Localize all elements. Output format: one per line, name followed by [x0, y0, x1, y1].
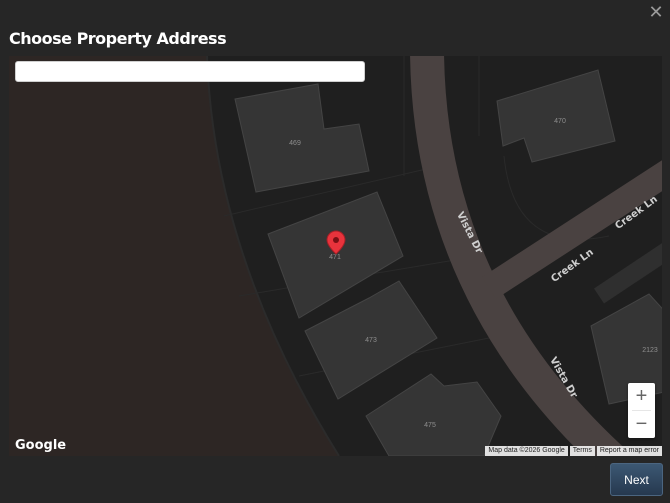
zoom-out-button[interactable]: −: [628, 411, 655, 438]
terms-link[interactable]: Terms: [569, 446, 595, 456]
map-canvas[interactable]: 469 471 473 475 470 2123 Vista Dr Vista …: [9, 56, 662, 456]
parcel-number: 473: [365, 337, 377, 344]
parcel-number: 470: [554, 118, 566, 125]
parcel-number: 2123: [642, 347, 658, 354]
map-view[interactable]: 469 471 473 475 470 2123 Vista Dr Vista …: [9, 56, 662, 456]
dialog-title: Choose Property Address: [9, 29, 227, 48]
next-button[interactable]: Next: [610, 463, 663, 496]
google-logo[interactable]: Google: [15, 438, 66, 453]
report-map-error-link[interactable]: Report a map error: [596, 446, 662, 456]
zoom-controls: + −: [628, 383, 655, 438]
parcel-number: 475: [424, 422, 436, 429]
parcel-number: 471: [329, 254, 341, 261]
parcel-number: 469: [289, 140, 301, 147]
zoom-in-button[interactable]: +: [628, 383, 655, 410]
address-search-input[interactable]: [15, 61, 365, 82]
map-data-text: Map data ©2026 Google: [485, 446, 568, 456]
close-icon[interactable]: ✕: [646, 2, 666, 22]
map-attribution: Map data ©2026 Google Terms Report a map…: [485, 446, 662, 456]
